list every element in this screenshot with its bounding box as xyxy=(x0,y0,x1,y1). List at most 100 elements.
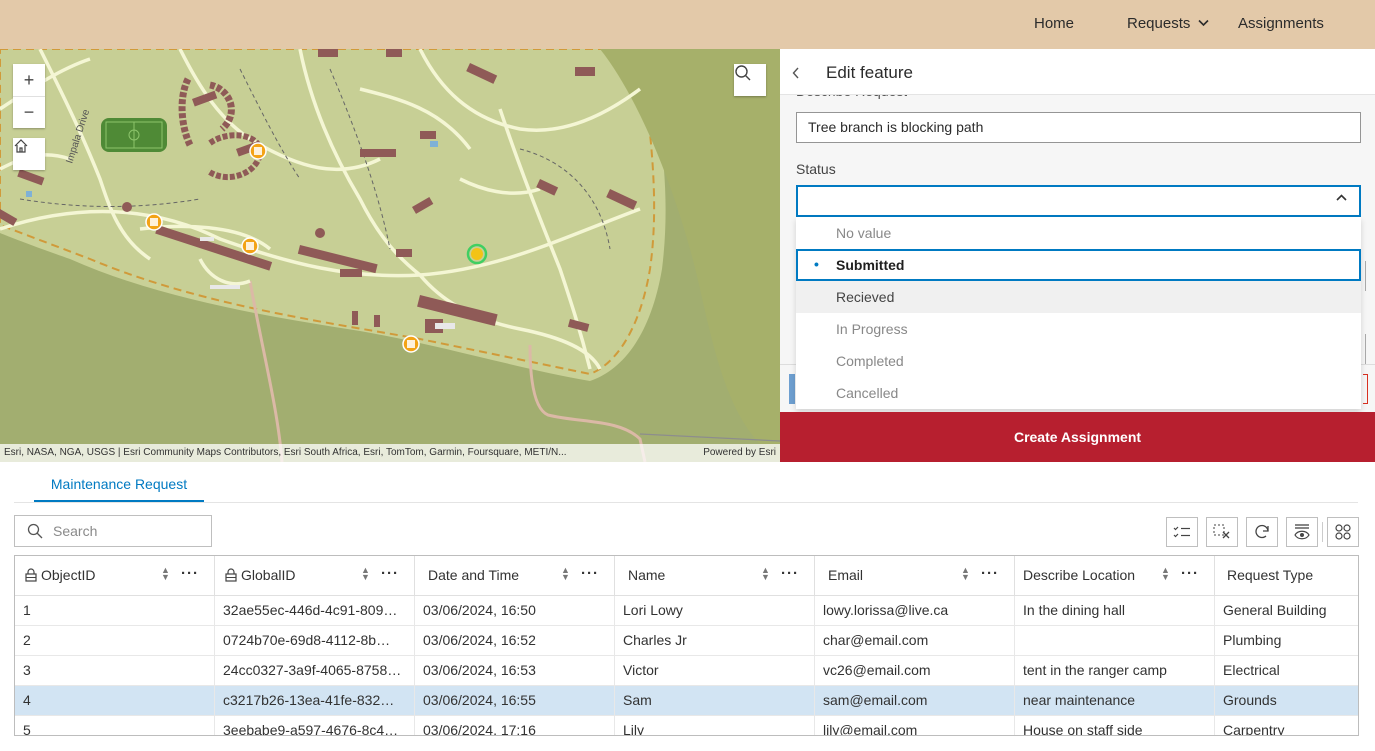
column-label: ObjectID xyxy=(41,567,96,583)
create-assignment-button[interactable]: Create Assignment xyxy=(780,412,1375,462)
clear-selection-icon xyxy=(1213,524,1230,539)
sort-icon[interactable]: ▲ ▼ xyxy=(761,566,770,582)
cell-globalid: 0724b70e-69d8-4112-8b… xyxy=(215,626,415,656)
column-menu-icon[interactable]: ··· xyxy=(781,565,799,582)
top-nav-bar: Home Requests Assignments xyxy=(0,0,1375,49)
nav-home-link[interactable]: Home xyxy=(1034,15,1074,32)
toolbar-divider xyxy=(1322,522,1323,542)
cell-email: lowy.lorissa@live.ca xyxy=(815,596,1015,626)
hidden-button-edge xyxy=(789,374,795,404)
cell-name: Lily xyxy=(615,716,815,735)
status-option-recieved[interactable]: Recieved xyxy=(796,281,1361,313)
column-menu-icon[interactable]: ··· xyxy=(981,565,999,582)
sort-icon[interactable]: ▲ ▼ xyxy=(161,566,170,582)
nav-assignments-link[interactable]: Assignments xyxy=(1238,15,1324,32)
hidden-button-edge xyxy=(1363,374,1368,404)
column-header-describe-location[interactable]: Describe Location ▲ ▼ ··· xyxy=(1015,556,1215,596)
map-view[interactable]: Impala Drive + − Esri, NASA, NGA, USGS |… xyxy=(0,49,780,462)
table-menu-button[interactable] xyxy=(1327,517,1359,547)
cell-describe-location xyxy=(1015,626,1215,656)
cell-objectid: 2 xyxy=(15,626,215,656)
cell-email: char@email.com xyxy=(815,626,1015,656)
column-header-name[interactable]: Name ▲ ▼ ··· xyxy=(615,556,815,596)
column-menu-icon[interactable]: ··· xyxy=(181,565,199,582)
cell-globalid: c3217b26-13ea-41fe-832… xyxy=(215,686,415,716)
powered-by-esri-link[interactable]: Powered by Esri xyxy=(703,444,776,462)
table-row[interactable]: 2 0724b70e-69d8-4112-8b… 03/06/2024, 16:… xyxy=(15,626,1358,656)
zoom-in-button[interactable]: + xyxy=(13,64,45,96)
tab-maintenance-request[interactable]: Maintenance Request xyxy=(34,476,204,502)
status-option-in-progress[interactable]: In Progress xyxy=(796,313,1361,345)
sort-icon[interactable]: ▲ ▼ xyxy=(361,566,370,582)
cell-globalid: 32ae55ec-446d-4c91-809… xyxy=(215,596,415,626)
cell-describe-location: In the dining hall xyxy=(1015,596,1215,626)
cell-request-type: Carpentry xyxy=(1223,722,1285,736)
cell-request-type: General Building xyxy=(1223,602,1327,618)
status-option-submitted[interactable]: • Submitted xyxy=(796,249,1361,281)
data-grid: ObjectID ▲ ▼ ··· GlobalID ▲ ▼ ··· Date and… xyxy=(14,555,1359,736)
table-row[interactable]: 5 3eebabe9-a597-4676-8c4… 03/06/2024, 17… xyxy=(15,716,1358,736)
status-option-no-value[interactable]: No value xyxy=(796,217,1361,249)
column-header-request-type[interactable]: Request Type xyxy=(1215,556,1358,596)
sort-icon[interactable]: ▲ ▼ xyxy=(1161,566,1170,582)
cell-objectid: 3 xyxy=(15,656,215,686)
layer-visibility-button[interactable] xyxy=(1286,517,1318,547)
refresh-button[interactable] xyxy=(1246,517,1278,547)
home-icon xyxy=(14,139,28,153)
nav-requests-menu[interactable]: Requests xyxy=(1127,15,1209,32)
column-header-email[interactable]: Email ▲ ▼ ··· xyxy=(815,556,1015,596)
column-header-date-and-time[interactable]: Date and Time ▲ ▼ ··· xyxy=(415,556,615,596)
edit-feature-panel: Describe Request Tree branch is blocking… xyxy=(780,49,1375,462)
table-row-selected[interactable]: 4 c3217b26-13ea-41fe-832… 03/06/2024, 16… xyxy=(15,686,1358,716)
column-label: Name xyxy=(628,567,666,583)
zoom-out-button[interactable]: − xyxy=(13,96,45,128)
column-menu-icon[interactable]: ··· xyxy=(581,565,599,582)
cell-request-type: Electrical xyxy=(1223,662,1280,678)
show-selection-button[interactable] xyxy=(1166,517,1198,547)
selected-dot-icon: • xyxy=(814,256,819,272)
chevron-left-icon[interactable] xyxy=(792,67,800,79)
panel-header: Edit feature xyxy=(780,49,1375,95)
clear-selection-button[interactable] xyxy=(1206,517,1238,547)
cell-date-time: 03/06/2024, 16:50 xyxy=(415,596,615,626)
cell-objectid: 4 xyxy=(15,686,215,716)
cell-objectid: 1 xyxy=(15,596,215,626)
search-placeholder: Search xyxy=(53,523,98,539)
lock-icon xyxy=(225,568,237,582)
lock-icon xyxy=(25,568,37,582)
cell-request-type: Grounds xyxy=(1223,692,1277,708)
attribution-text: Esri, NASA, NGA, USGS | Esri Community M… xyxy=(4,447,567,458)
home-button[interactable] xyxy=(13,138,45,170)
table-search-input[interactable]: Search xyxy=(14,515,212,547)
map-search-button[interactable] xyxy=(734,64,766,96)
table-row[interactable]: 1 32ae55ec-446d-4c91-809… 03/06/2024, 16… xyxy=(15,596,1358,626)
describe-request-field[interactable]: Tree branch is blocking path xyxy=(796,112,1361,143)
column-header-globalid[interactable]: GlobalID ▲ ▼ ··· xyxy=(215,556,415,596)
search-icon xyxy=(735,65,751,81)
cell-date-time: 03/06/2024, 16:55 xyxy=(415,686,615,716)
sort-icon[interactable]: ▲ ▼ xyxy=(961,566,970,582)
column-menu-icon[interactable]: ··· xyxy=(381,565,399,582)
cell-globalid: 24cc0327-3a9f-4065-8758… xyxy=(215,656,415,686)
cell-email: vc26@email.com xyxy=(815,656,1015,686)
cell-name: Charles Jr xyxy=(615,626,815,656)
refresh-icon xyxy=(1255,524,1269,539)
nav-requests-label: Requests xyxy=(1127,15,1191,32)
status-option-cancelled[interactable]: Cancelled xyxy=(796,377,1361,409)
status-dropdown-list: No value • Submitted Recieved In Progress… xyxy=(796,217,1361,409)
feature-table: Maintenance Request Search ObjectID ▲ ▼ ·… xyxy=(0,462,1375,751)
table-header-row: ObjectID ▲ ▼ ··· GlobalID ▲ ▼ ··· Date and… xyxy=(15,556,1358,596)
status-select[interactable] xyxy=(796,185,1361,217)
cell-date-time: 03/06/2024, 17:16 xyxy=(415,716,615,735)
sort-icon[interactable]: ▲ ▼ xyxy=(561,566,570,582)
grid-menu-icon xyxy=(1335,524,1351,540)
basemap: Impala Drive xyxy=(0,49,780,462)
status-option-completed[interactable]: Completed xyxy=(796,345,1361,377)
column-header-objectid[interactable]: ObjectID ▲ ▼ ··· xyxy=(15,556,215,596)
table-row[interactable]: 3 24cc0327-3a9f-4065-8758… 03/06/2024, 1… xyxy=(15,656,1358,686)
column-menu-icon[interactable]: ··· xyxy=(1181,565,1199,582)
cell-email: lily@email.com xyxy=(815,716,1015,735)
chevron-down-icon xyxy=(1198,19,1209,27)
status-label: Status xyxy=(796,161,836,177)
cell-name: Sam xyxy=(615,686,815,716)
